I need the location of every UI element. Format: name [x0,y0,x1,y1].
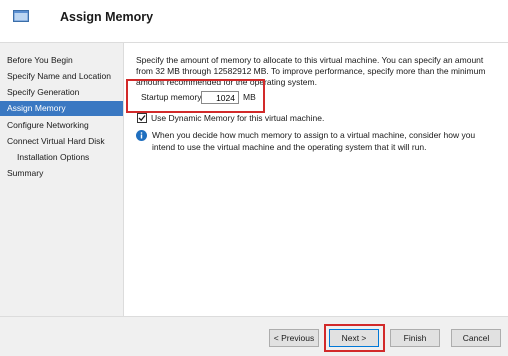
info-icon [136,130,147,141]
wizard-nav: Before You Begin Specify Name and Locati… [0,43,123,316]
cancel-button[interactable]: Cancel [451,329,501,347]
window-icon [13,10,29,22]
nav-item-connect-vhd[interactable]: Connect Virtual Hard Disk [0,134,123,149]
nav-divider [123,43,124,316]
nav-item-summary[interactable]: Summary [0,166,123,181]
nav-item-configure-networking[interactable]: Configure Networking [0,118,123,133]
startup-memory-unit: MB [243,92,256,102]
memory-info-text: When you decide how much memory to assig… [152,130,476,152]
nav-item-before-you-begin[interactable]: Before You Begin [0,53,123,68]
dynamic-memory-checkbox[interactable] [137,113,147,123]
nav-item-installation-options[interactable]: Installation Options [0,150,123,165]
checkbox-check-icon [138,115,146,122]
nav-item-assign-memory[interactable]: Assign Memory [0,101,123,116]
startup-memory-input[interactable] [201,91,239,104]
wizard-header: Assign Memory [0,0,508,42]
nav-item-specify-name-location[interactable]: Specify Name and Location [0,69,123,84]
finish-button[interactable]: Finish [390,329,440,347]
dynamic-memory-label[interactable]: Use Dynamic Memory for this virtual mach… [151,113,324,123]
next-button[interactable]: Next > [329,329,379,347]
startup-memory-label: Startup memory: [141,92,204,102]
previous-button[interactable]: < Previous [269,329,319,347]
nav-item-specify-generation[interactable]: Specify Generation [0,85,123,100]
page-title: Assign Memory [60,10,154,24]
